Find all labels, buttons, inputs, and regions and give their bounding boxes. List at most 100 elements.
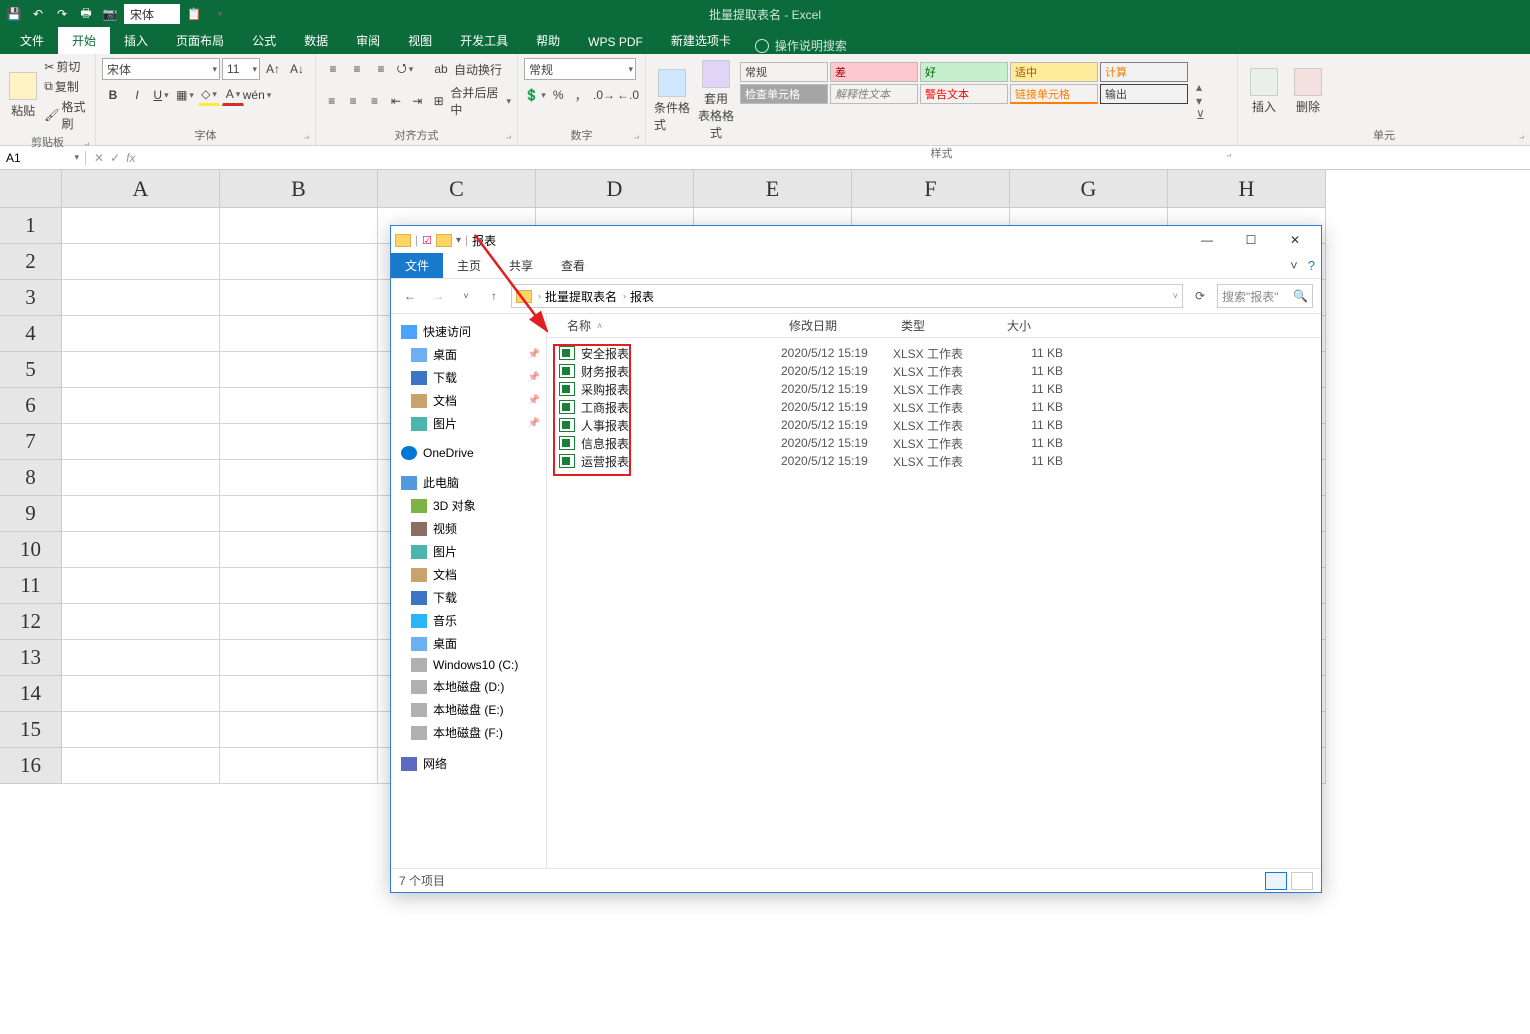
tab-data[interactable]: 数据 [290,27,342,54]
row-header[interactable]: 1 [0,208,62,244]
cell[interactable] [62,532,220,568]
redo-icon[interactable]: ↷ [50,2,74,26]
column-header[interactable]: G [1010,170,1168,208]
cut-button[interactable]: ✂剪切 [44,58,89,75]
decrease-decimal-icon[interactable]: ←.0 [617,84,639,106]
nav-f-drive[interactable]: 本地磁盘 (F:) [391,721,546,744]
percent-icon[interactable]: % [548,84,569,106]
print-icon[interactable]: 🖶 [74,2,98,26]
wrap-text-button[interactable]: ab [430,58,452,80]
tab-formulas[interactable]: 公式 [238,27,290,54]
cell[interactable] [62,676,220,712]
qat-dropdown-icon[interactable]: ▾ [456,235,461,246]
tab-developer[interactable]: 开发工具 [446,27,522,54]
row-header[interactable]: 7 [0,424,62,460]
style-bad[interactable]: 差 [830,62,918,82]
nav-quick-access[interactable]: 快速访问 [391,320,546,343]
cell[interactable] [62,568,220,604]
explorer-tab-view[interactable]: 查看 [547,253,599,278]
paste-icon[interactable]: 📋 [182,2,206,26]
decrease-font-icon[interactable]: A↓ [286,58,308,80]
fill-color-button[interactable]: ◇▾ [198,84,220,106]
font-name-combo[interactable]: 宋体 [102,58,220,80]
select-all-corner[interactable] [0,170,62,208]
font-color-button[interactable]: A▾ [222,84,244,106]
tab-pagelayout[interactable]: 页面布局 [162,27,238,54]
row-header[interactable]: 13 [0,640,62,676]
style-warn[interactable]: 警告文本 [920,84,1008,104]
style-neutral[interactable]: 适中 [1010,62,1098,82]
bold-button[interactable]: B [102,84,124,106]
file-row[interactable]: 运营报表 2020/5/12 15:19 XLSX 工作表 11 KB [559,452,1321,470]
number-format-combo[interactable]: 常规 [524,58,636,80]
help-icon[interactable]: ? [1308,258,1315,273]
file-row[interactable]: 安全报表 2020/5/12 15:19 XLSX 工作表 11 KB [559,344,1321,362]
increase-decimal-icon[interactable]: .0→ [593,84,615,106]
name-box[interactable]: A1▾ [0,151,86,165]
fx-icon[interactable]: fx [126,151,135,165]
enter-formula-icon[interactable]: ✓ [110,151,120,165]
address-bar[interactable]: ›批量提取表名 ›报表 ˅ [511,284,1183,308]
cell[interactable] [62,748,220,784]
row-header[interactable]: 16 [0,748,62,784]
cell[interactable] [220,712,378,748]
column-header[interactable]: F [852,170,1010,208]
cell[interactable] [220,460,378,496]
row-header[interactable]: 2 [0,244,62,280]
row-header[interactable]: 9 [0,496,62,532]
styles-more-icon[interactable]: ⊻ [1196,108,1205,122]
details-view-icon[interactable] [1265,872,1287,890]
row-header[interactable]: 10 [0,532,62,568]
style-check[interactable]: 检查单元格 [740,84,828,104]
style-good[interactable]: 好 [920,62,1008,82]
style-normal[interactable]: 常规 [740,62,828,82]
file-row[interactable]: 工商报表 2020/5/12 15:19 XLSX 工作表 11 KB [559,398,1321,416]
explorer-titlebar[interactable]: | ☑ ▾ | 报表 — ☐ ✕ [391,226,1321,254]
align-bottom-icon[interactable]: ≡ [370,58,392,80]
explorer-tab-file[interactable]: 文件 [391,253,443,278]
column-header[interactable]: E [694,170,852,208]
minimize-button[interactable]: — [1185,226,1229,254]
nav-desktop[interactable]: 桌面 [391,343,546,366]
cancel-formula-icon[interactable]: ✕ [94,151,104,165]
file-row[interactable]: 采购报表 2020/5/12 15:19 XLSX 工作表 11 KB [559,380,1321,398]
row-header[interactable]: 6 [0,388,62,424]
nav-d-drive[interactable]: 本地磁盘 (D:) [391,675,546,698]
row-header[interactable]: 3 [0,280,62,316]
style-explain[interactable]: 解释性文本 [830,84,918,104]
cell[interactable] [220,424,378,460]
style-calc[interactable]: 计算 [1100,62,1188,82]
indent-inc-icon[interactable]: ⇥ [408,90,427,112]
delete-cells-button[interactable]: 删除 [1288,58,1328,125]
explorer-tab-share[interactable]: 共享 [495,253,547,278]
tab-newtab[interactable]: 新建选项卡 [657,27,745,54]
nav-pictures[interactable]: 图片 [391,412,546,435]
nav-documents[interactable]: 文档 [391,389,546,412]
font-size-combo[interactable]: 11 [222,58,260,80]
refresh-button[interactable]: ⟳ [1189,289,1211,303]
copy-button[interactable]: ⧉复制 [44,78,89,95]
cell[interactable] [220,676,378,712]
orientation-icon[interactable]: ⭯▾ [394,58,416,80]
tab-home[interactable]: 开始 [58,27,110,54]
styles-down-icon[interactable]: ▾ [1196,94,1205,108]
column-header[interactable]: A [62,170,220,208]
nav-network[interactable]: 网络 [391,752,546,775]
col-date[interactable]: 修改日期 [781,314,893,337]
cell[interactable] [220,532,378,568]
camera-icon[interactable]: 📷 [98,2,122,26]
cell[interactable] [220,568,378,604]
tab-help[interactable]: 帮助 [522,27,574,54]
nav-c-drive[interactable]: Windows10 (C:) [391,655,546,675]
large-icons-view-icon[interactable] [1291,872,1313,890]
currency-icon[interactable]: 💲▾ [524,84,546,106]
tab-wpspdf[interactable]: WPS PDF [574,30,657,54]
align-top-icon[interactable]: ≡ [322,58,344,80]
tab-view[interactable]: 视图 [394,27,446,54]
column-header[interactable]: B [220,170,378,208]
cell[interactable] [220,604,378,640]
up-button[interactable]: ↑ [483,285,505,307]
align-middle-icon[interactable]: ≡ [346,58,368,80]
tab-insert[interactable]: 插入 [110,27,162,54]
indent-dec-icon[interactable]: ⇤ [386,90,405,112]
